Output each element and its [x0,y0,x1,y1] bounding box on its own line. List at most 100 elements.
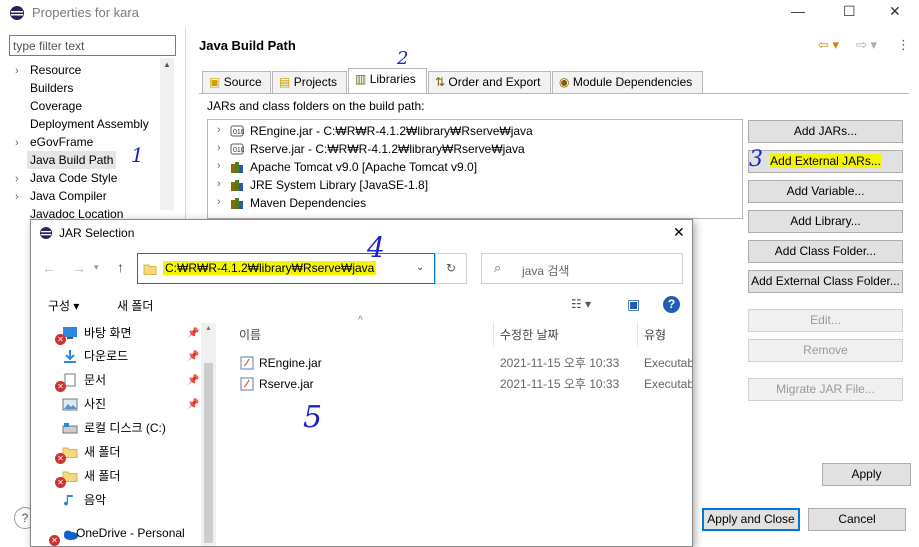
pin-icon[interactable]: 📌 [187,351,199,362]
annotation-4: 4 [367,231,385,264]
add-jars-button[interactable]: Add JARs... [748,120,903,143]
column-header-date[interactable]: 수정한 날짜 [500,326,559,343]
expand-arrow-icon[interactable]: › [15,137,19,149]
tab-order-export[interactable]: ⇅ Order and Export [428,71,551,93]
file-name: REngine.jar [259,356,322,370]
search-input[interactable]: ⌕ java 검색 [481,253,683,284]
pin-icon[interactable]: 📌 [187,399,199,410]
new-folder-button[interactable]: 새 폴더 [117,297,153,314]
nav-item-downloads[interactable]: 다운로드 [84,346,128,366]
tree-item-java-compiler[interactable]: Java Compiler [30,187,107,205]
organize-menu[interactable]: 구성 ▾ [48,297,79,314]
tree-item-resource[interactable]: Resource [30,61,81,79]
column-header-name[interactable]: 이름 [239,326,261,343]
tab-projects[interactable]: ▤ Projects [272,71,347,93]
expand-arrow-icon[interactable]: › [15,191,19,203]
add-class-folder-button[interactable]: Add Class Folder... [748,240,903,263]
annotation-1: 1 [131,143,144,167]
svg-text:010: 010 [233,147,244,154]
download-icon [64,350,76,363]
nav-item-documents[interactable]: 문서 [84,370,106,390]
migrate-jar-button[interactable]: Migrate JAR File... [748,378,903,401]
nav-item-new-folder-1[interactable]: 새 폴더 [84,442,120,462]
preview-pane-icon[interactable]: ▣ [627,296,640,313]
button-label: Add External JARs... [770,154,881,168]
title-bar: Properties for kara — ☐ ✕ [0,0,919,26]
list-item[interactable]: Apache Tomcat v9.0 [Apache Tomcat v9.0] [250,158,477,176]
history-dropdown-icon[interactable]: ▾ [94,262,99,273]
more-menu-icon[interactable]: ⋮ [897,37,910,53]
back-arrow-icon[interactable]: ← [42,260,56,276]
maximize-icon[interactable]: ☐ [843,3,856,20]
order-export-icon: ⇅ [435,75,446,89]
expand-arrow-icon[interactable]: › [217,124,221,136]
tree-item-builders[interactable]: Builders [30,79,73,97]
add-external-jars-button[interactable]: Add External JARs... [748,150,903,173]
pin-icon[interactable]: 📌 [187,375,199,386]
minimize-icon[interactable]: — [791,3,805,19]
close-icon[interactable]: ✕ [889,3,901,20]
module-icon: ◉ [559,75,570,89]
remove-button[interactable]: Remove [748,339,903,362]
tree-item-java-build-path[interactable]: Java Build Path [27,151,117,169]
address-bar[interactable]: C:₩R₩R-4.1.2₩library₩Rserve₩java ⌄ [137,253,435,284]
pin-icon[interactable]: 📌 [187,328,199,339]
expand-arrow-icon[interactable]: › [15,65,19,77]
expand-arrow-icon[interactable]: › [217,178,221,190]
column-header-type[interactable]: 유형 [644,326,666,343]
file-row[interactable]: REngine.jar 2021-11-15 오후 10:33 Executab… [238,353,692,373]
expand-arrow-icon[interactable]: › [217,196,221,208]
file-name: Rserve.jar [259,377,314,391]
tab-module-dependencies[interactable]: ◉ Module Dependencies [552,71,703,93]
nav-item-music[interactable]: 음악 [84,490,106,510]
column-separator[interactable] [637,322,638,346]
tab-source[interactable]: ▣ Source [202,71,271,93]
help-icon[interactable]: ? [663,296,680,313]
list-item[interactable]: REngine.jar - C:₩R₩R-4.1.2₩library₩Rserv… [250,122,533,140]
list-item[interactable]: Maven Dependencies [250,194,366,212]
list-item[interactable]: JRE System Library [JavaSE-1.8] [250,176,428,194]
file-row[interactable]: Rserve.jar 2021-11-15 오후 10:33 Executabl [238,374,693,394]
tree-scrollbar[interactable]: ▲ [160,58,174,210]
jar-icon: 010 [230,143,244,155]
edit-button[interactable]: Edit... [748,309,903,332]
filter-input[interactable]: type filter text [9,35,176,56]
nav-item-onedrive[interactable]: OneDrive - Personal [76,523,185,543]
tab-libraries[interactable]: ▥ Libraries [348,68,427,94]
expand-arrow-icon[interactable]: › [15,173,19,185]
list-item[interactable]: Rserve.jar - C:₩R₩R-4.1.2₩library₩Rserve… [250,140,525,158]
close-icon[interactable]: ✕ [673,224,685,241]
jar-file-icon [240,356,254,370]
up-arrow-icon[interactable]: ↑ [117,259,124,275]
view-options-icon[interactable]: ☷ ▾ [571,297,591,311]
tree-item-coverage[interactable]: Coverage [30,97,82,115]
back-arrow-icon[interactable]: ⇦ ▾ [818,37,839,53]
cancel-button[interactable]: Cancel [808,508,906,531]
add-variable-button[interactable]: Add Variable... [748,180,903,203]
nav-item-new-folder-2[interactable]: 새 폴더 [84,466,120,486]
nav-item-local-disk[interactable]: 로컬 디스크 (C:) [84,418,166,438]
forward-arrow-icon[interactable]: → [72,260,86,276]
expand-arrow-icon[interactable]: › [217,160,221,172]
column-separator[interactable] [493,322,494,346]
nav-scrollbar[interactable]: ▲ [201,323,216,546]
forward-arrow-icon[interactable]: ⇨ ▾ [856,37,877,53]
expand-arrow-icon[interactable]: › [217,142,221,154]
tab-label: Module Dependencies [572,75,693,89]
chevron-down-icon[interactable]: ⌄ [416,262,424,273]
error-badge-icon: ✕ [55,453,66,464]
projects-folder-icon: ▤ [279,75,291,89]
refresh-icon[interactable]: ↻ [435,253,467,284]
tree-item-deployment-assembly[interactable]: Deployment Assembly [30,115,149,133]
nav-item-pictures[interactable]: 사진 [84,394,106,414]
file-type: Executabl [644,377,693,391]
tree-item-egovframe[interactable]: eGovFrame [30,133,93,151]
tab-label: Libraries [369,72,416,86]
apply-and-close-button[interactable]: Apply and Close [702,508,800,531]
apply-button[interactable]: Apply [822,463,911,486]
nav-item-desktop[interactable]: 바탕 화면 [84,323,132,343]
add-library-button[interactable]: Add Library... [748,210,903,233]
add-external-class-folder-button[interactable]: Add External Class Folder... [748,270,903,293]
build-path-list[interactable]: › 010 REngine.jar - C:₩R₩R-4.1.2₩library… [207,119,743,219]
tree-item-java-code-style[interactable]: Java Code Style [30,169,117,187]
